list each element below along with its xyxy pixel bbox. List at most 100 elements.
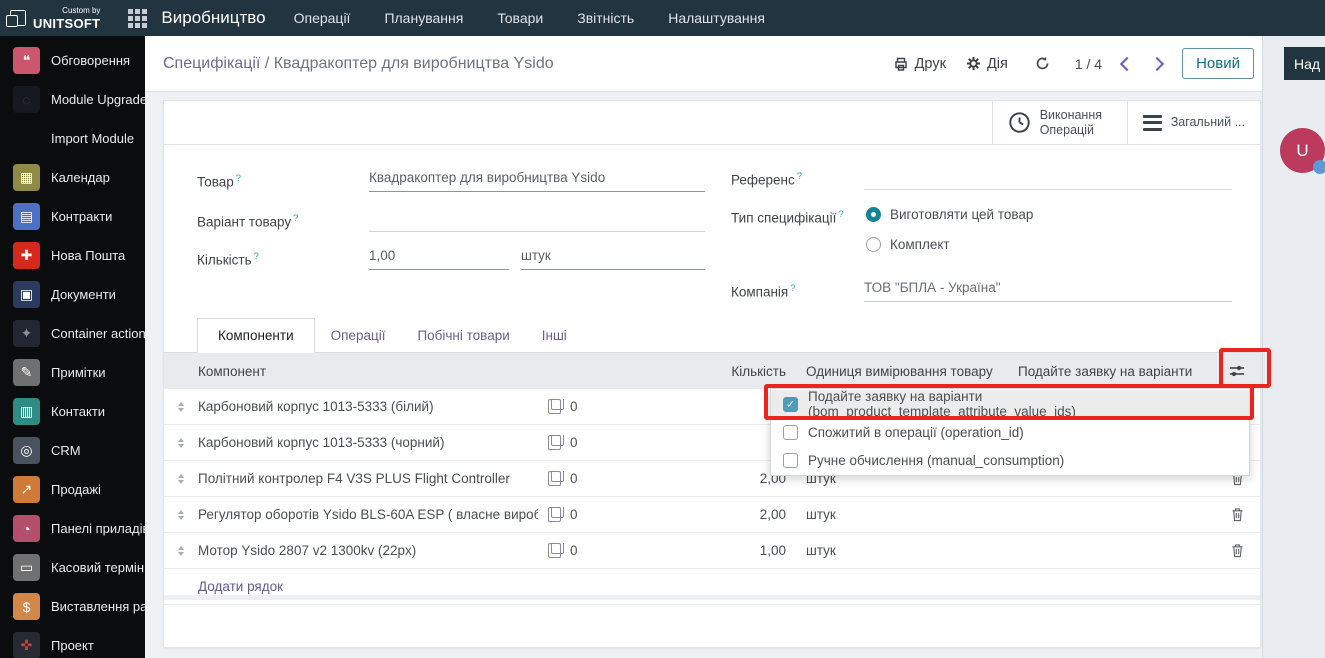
sidebar-item[interactable]: ▭ Касовий термін... xyxy=(0,548,145,587)
dropdown-option-label: Ручне обчислення (manual_consumption) xyxy=(808,452,1065,468)
uom-cell[interactable]: штук xyxy=(796,507,1014,522)
sidebar-item[interactable]: ✚ Нова Пошта xyxy=(0,236,145,275)
avatar-letter: U xyxy=(1296,140,1309,160)
avatar[interactable]: U xyxy=(1280,128,1325,174)
breadcrumb-parent[interactable]: Специфікації xyxy=(163,55,260,72)
pager-previous-icon[interactable] xyxy=(1120,56,1135,71)
uom-cell[interactable]: штук xyxy=(796,543,1014,558)
product-variant-field[interactable] xyxy=(369,207,705,232)
drag-handle-icon[interactable] xyxy=(164,437,198,448)
bom-type-kit-option[interactable]: Комплект xyxy=(866,237,950,252)
bom-type-manufacture-option[interactable]: Виготовляти цей товар xyxy=(866,207,1033,222)
sidebar-item[interactable]: ◎ CRM xyxy=(0,431,145,470)
copy-icon[interactable] xyxy=(538,471,570,486)
radio-selected-icon[interactable] xyxy=(866,207,881,222)
tab[interactable]: Побічні товари xyxy=(401,319,525,352)
main-area: Специфікації / Квадракоптер для виробниц… xyxy=(145,36,1262,658)
sidebar-item[interactable]: ▦ Календар xyxy=(0,158,145,197)
sidebar-item-label: Панелі приладів xyxy=(51,521,145,536)
contracts-icon: ▤ xyxy=(13,203,40,230)
component-name[interactable]: Мотор Ysido 2807 v2 1300kv (22px) xyxy=(198,543,538,558)
component-name[interactable]: Карбоновий корпус 1013-5333 (чорний) xyxy=(198,435,538,450)
quantity-cell[interactable]: 2,00 xyxy=(612,507,796,522)
refresh-icon[interactable] xyxy=(1034,55,1051,72)
drag-handle-icon[interactable] xyxy=(164,473,198,484)
chat-icon: ❝ xyxy=(13,47,40,74)
sidebar-item[interactable]: ◌ Module Upgrade xyxy=(0,80,145,119)
pager-next-icon[interactable] xyxy=(1150,56,1165,71)
dropdown-option[interactable]: Спожитий в операції (operation_id) xyxy=(771,418,1249,446)
drag-handle-icon[interactable] xyxy=(164,401,198,412)
copy-icon[interactable] xyxy=(538,543,570,558)
reference-field[interactable] xyxy=(864,165,1232,190)
sidebar-item[interactable]: ❝ Обговорення xyxy=(0,41,145,80)
nav-menu-item[interactable]: Планування xyxy=(384,10,463,26)
trash-icon[interactable] xyxy=(1214,543,1260,558)
tab[interactable]: Інші xyxy=(526,319,583,352)
new-record-button[interactable]: Новий xyxy=(1182,48,1254,79)
sidebar-item[interactable]: Import Module xyxy=(0,119,145,158)
copy-icon[interactable] xyxy=(538,507,570,522)
product-field[interactable]: Квадракоптер для виробництва Ysido xyxy=(369,167,705,192)
sidebar-item[interactable]: ▥ Контакти xyxy=(0,392,145,431)
sidebar-item[interactable]: ✦ Container actions xyxy=(0,314,145,353)
calendar-icon: ▦ xyxy=(13,164,40,191)
optional-columns-icon[interactable] xyxy=(1214,364,1260,378)
dropdown-option-label: Спожитий в операції (operation_id) xyxy=(808,424,1024,440)
help-marker: ? xyxy=(790,283,796,294)
contacts-icon: ▥ xyxy=(13,398,40,425)
send-button[interactable]: Над xyxy=(1284,47,1325,80)
sidebar-item[interactable]: ✜ Проект xyxy=(0,626,145,658)
sidebar-item[interactable]: ◔ Панелі приладів xyxy=(0,509,145,548)
form-card: Виконання Операцій Загальний ... Товар? … xyxy=(163,100,1261,648)
quantity-cell[interactable]: 1,00 xyxy=(612,543,796,558)
notes-icon: ✎ xyxy=(13,359,40,386)
nav-menu-item[interactable]: Звітність xyxy=(577,10,634,26)
sidebar-item-label: Виставлення ра... xyxy=(51,599,145,614)
tab[interactable]: Компоненти xyxy=(197,318,315,353)
breadcrumb-current: Квадракоптер для виробництва Ysido xyxy=(273,54,554,72)
trash-icon[interactable] xyxy=(1214,507,1260,522)
breadcrumb-separator: / xyxy=(264,54,270,72)
sidebar-item-label: Примітки xyxy=(51,365,106,380)
variant-count: 0 xyxy=(570,435,578,450)
checkbox-icon[interactable] xyxy=(783,452,798,468)
radio-unselected-icon[interactable] xyxy=(866,237,881,252)
drag-handle-icon[interactable] xyxy=(164,545,198,556)
nav-menu-item[interactable]: Операції xyxy=(294,10,351,26)
dropdown-option[interactable]: Ручне обчислення (manual_consumption) xyxy=(771,446,1249,474)
drag-handle-icon[interactable] xyxy=(164,509,198,520)
action-button[interactable]: Дія xyxy=(966,56,1008,72)
help-marker: ? xyxy=(253,251,259,262)
company-field[interactable]: ТОВ "БПЛА - Україна" xyxy=(864,277,1232,302)
checkbox-icon[interactable] xyxy=(783,424,798,440)
apps-grid-icon[interactable] xyxy=(128,8,148,28)
sidebar-item-label: Контакти xyxy=(51,404,106,419)
quantity-uom-field[interactable]: штук xyxy=(521,245,705,270)
header-uom: Одиниця вимірювання товару xyxy=(806,363,993,379)
overall-list-button[interactable]: Загальний ... xyxy=(1126,101,1260,144)
component-name[interactable]: Карбоновий корпус 1013-5333 (білий) xyxy=(198,399,538,414)
help-marker: ? xyxy=(235,173,242,184)
copy-icon[interactable] xyxy=(538,435,570,450)
component-name[interactable]: Політний контролер F4 V3S PLUS Flight Co… xyxy=(198,471,538,486)
print-button[interactable]: Друк xyxy=(893,56,946,72)
unitsoft-logo[interactable]: Custom by UNITSOFT xyxy=(0,6,110,30)
copy-icon[interactable] xyxy=(538,399,570,414)
pos-icon: ▭ xyxy=(13,554,40,581)
nav-menu-item[interactable]: Налаштування xyxy=(668,10,765,26)
checkbox-icon[interactable] xyxy=(783,396,798,412)
sidebar-item[interactable]: ✎ Примітки xyxy=(0,353,145,392)
quantity-cell[interactable]: 2,00 xyxy=(612,471,796,486)
sidebar-item[interactable]: ↗ Продажі xyxy=(0,470,145,509)
sidebar-item[interactable]: ▤ Контракти xyxy=(0,197,145,236)
operations-performance-button[interactable]: Виконання Операцій xyxy=(991,101,1127,144)
dropdown-option[interactable]: Подайте заявку на варіанти (bom_product_… xyxy=(771,389,1249,419)
tab[interactable]: Операції xyxy=(315,319,402,352)
nav-menu-item[interactable]: Товари xyxy=(497,10,543,26)
sidebar-item[interactable]: $ Виставлення ра... xyxy=(0,587,145,626)
quantity-field[interactable]: 1,00 xyxy=(369,245,509,270)
component-name[interactable]: Регулятор оборотів Ysido BLS-60A ESP ( в… xyxy=(198,507,538,522)
current-app-title[interactable]: Виробництво xyxy=(161,8,265,28)
sidebar-item[interactable]: ▣ Документи xyxy=(0,275,145,314)
